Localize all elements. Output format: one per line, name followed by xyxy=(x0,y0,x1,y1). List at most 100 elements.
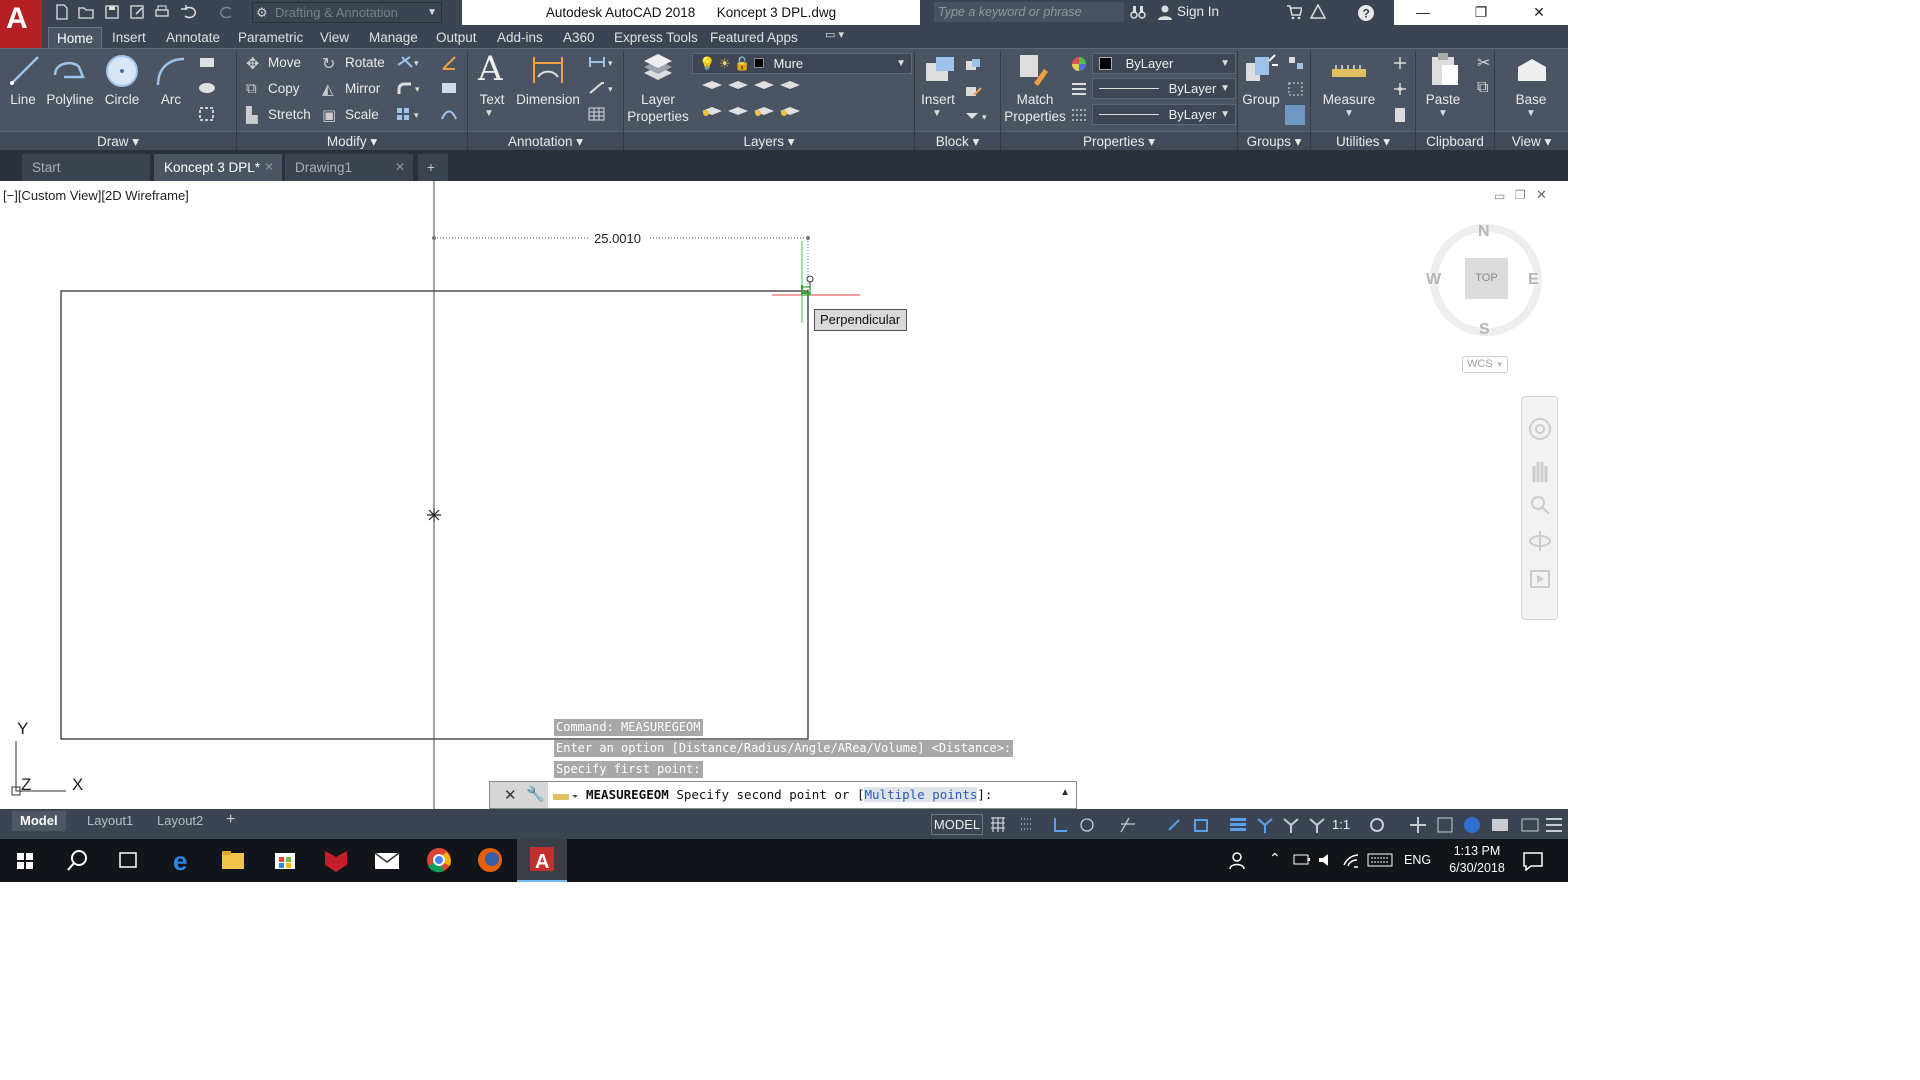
leader-icon[interactable]: ▾ xyxy=(588,81,618,95)
group-selection-icon[interactable] xyxy=(1285,105,1305,125)
arc-button[interactable]: Arc xyxy=(154,92,188,108)
tab-parametric[interactable]: Parametric xyxy=(230,27,311,48)
tab-annotate[interactable]: Annotate xyxy=(158,27,228,48)
task-view-icon[interactable] xyxy=(103,839,153,882)
match-properties-label-1[interactable]: Match xyxy=(1004,92,1066,108)
erase-icon[interactable] xyxy=(440,55,458,71)
edit-attributes-icon[interactable]: ▾ xyxy=(964,109,994,123)
customize-wrench-icon[interactable]: 🔧 xyxy=(526,785,545,803)
firefox-icon[interactable] xyxy=(465,839,515,882)
layer-properties-icon[interactable] xyxy=(640,53,676,87)
compass-south[interactable]: S xyxy=(1479,321,1490,339)
stretch-button[interactable]: Stretch xyxy=(268,107,311,123)
group-button[interactable]: Group xyxy=(1238,92,1284,108)
measure-icon[interactable] xyxy=(1330,55,1370,85)
volume-icon[interactable] xyxy=(1317,851,1335,869)
annotation-panel-title[interactable]: Annotation ▾ xyxy=(468,131,623,151)
polyline-icon[interactable] xyxy=(52,55,86,85)
mail-icon[interactable] xyxy=(362,839,412,882)
trim-icon[interactable]: ▾ xyxy=(396,55,426,69)
scale-button[interactable]: Scale xyxy=(345,107,379,123)
application-menu-button[interactable]: A xyxy=(0,0,42,48)
text-button[interactable]: Text xyxy=(474,92,510,108)
tab-featured-apps[interactable]: Featured Apps xyxy=(702,27,806,48)
system-clock[interactable]: 1:13 PM 6/30/2018 xyxy=(1437,843,1517,877)
wcs-menu[interactable]: WCS ▼ xyxy=(1462,356,1508,373)
circle-icon[interactable] xyxy=(104,53,140,89)
fillet-icon[interactable]: ▾ xyxy=(396,81,426,95)
tab-insert[interactable]: Insert xyxy=(104,27,154,48)
base-view-icon[interactable] xyxy=(1516,55,1548,85)
search-icon[interactable] xyxy=(52,839,102,882)
keyboard-icon[interactable] xyxy=(1367,853,1393,867)
help-icon[interactable]: ? xyxy=(1357,4,1374,21)
calculator-icon[interactable] xyxy=(1391,107,1409,123)
input-language[interactable]: ENG xyxy=(1404,853,1431,867)
a360-icon[interactable] xyxy=(1310,4,1326,20)
ribbon-toggle-icon[interactable]: ▭ ▾ xyxy=(825,28,844,41)
layer-dropdown[interactable]: 💡 ☀ 🔓 Mure ▼ xyxy=(692,53,912,74)
block-panel-title[interactable]: Block ▾ xyxy=(915,131,1000,151)
paste-icon[interactable] xyxy=(1428,51,1460,87)
layers-panel-title[interactable]: Layers ▾ xyxy=(624,131,914,151)
point-id-icon[interactable] xyxy=(1391,81,1409,97)
showmotion-icon[interactable] xyxy=(1528,567,1552,591)
dimension-button[interactable]: Dimension xyxy=(514,92,582,108)
lineweight-icon[interactable] xyxy=(1070,107,1088,123)
chevron-up-icon[interactable]: ▲ xyxy=(1060,787,1070,798)
copy-button[interactable]: Copy xyxy=(268,81,300,97)
tab-a360[interactable]: A360 xyxy=(555,27,603,48)
linetype-icon[interactable] xyxy=(1070,81,1088,97)
cut-icon[interactable]: ✂ xyxy=(1477,53,1490,73)
copy-clip-icon[interactable]: ⧉ xyxy=(1477,79,1488,97)
match-properties-label-2[interactable]: Properties xyxy=(1004,109,1066,125)
layout-tab-layout1[interactable]: Layout1 xyxy=(79,811,141,831)
binoculars-icon[interactable] xyxy=(1130,4,1146,20)
color-dropdown[interactable]: ByLayer ▼ xyxy=(1092,53,1236,74)
linetype-dropdown[interactable]: ByLayer ▼ xyxy=(1092,78,1236,99)
layout-tab-model[interactable]: Model xyxy=(12,811,66,831)
tab-view[interactable]: View xyxy=(312,27,357,48)
chrome-icon[interactable] xyxy=(414,839,464,882)
table-icon[interactable] xyxy=(588,107,606,121)
tab-output[interactable]: Output xyxy=(428,27,485,48)
mirror-button[interactable]: Mirror xyxy=(345,81,380,97)
compass-east[interactable]: E xyxy=(1528,271,1539,289)
compass-north[interactable]: N xyxy=(1478,223,1490,241)
explode-icon[interactable] xyxy=(440,81,458,95)
add-layout-icon[interactable]: + xyxy=(226,811,235,829)
viewport-close-icon[interactable]: ✕ xyxy=(1536,187,1547,203)
offset-icon[interactable] xyxy=(440,107,458,121)
move-button[interactable]: Move xyxy=(268,55,301,71)
insert-button[interactable]: Insert xyxy=(916,92,960,108)
tab-manage[interactable]: Manage xyxy=(361,27,426,48)
battery-icon[interactable] xyxy=(1293,853,1311,867)
base-button[interactable]: Base xyxy=(1508,92,1554,108)
group-icon[interactable] xyxy=(1243,53,1279,87)
properties-panel-title[interactable]: Properties ▾ xyxy=(1001,131,1237,151)
command-line[interactable]: ✕ 🔧 MEASUREGEOM Specify second point or … xyxy=(489,781,1077,809)
lineweight-dropdown[interactable]: ByLayer ▼ xyxy=(1092,104,1236,125)
clipboard-panel-title[interactable]: Clipboard xyxy=(1416,131,1494,151)
layer-properties-label-2[interactable]: Properties xyxy=(626,109,690,125)
save-as-icon[interactable] xyxy=(129,4,145,20)
workspace-selector[interactable]: ⚙ Drafting & Annotation ▼ xyxy=(252,2,442,23)
circle-button[interactable]: Circle xyxy=(100,92,144,108)
utilities-panel-title[interactable]: Utilities ▾ xyxy=(1311,131,1415,151)
action-center-icon[interactable] xyxy=(1522,851,1544,871)
multiple-points-option[interactable]: Multiple points xyxy=(864,787,978,802)
ungroup-icon[interactable] xyxy=(1287,55,1305,71)
modify-panel-title[interactable]: Modify ▾ xyxy=(237,131,467,151)
restore-icon[interactable]: ❐ xyxy=(1452,0,1510,25)
draw-panel-title[interactable]: Draw ▾ xyxy=(0,131,236,151)
tab-add-ins[interactable]: Add-ins xyxy=(489,27,551,48)
file-tab-drawing1[interactable]: Drawing1 ✕ xyxy=(285,154,413,181)
zoom-extents-icon[interactable] xyxy=(1528,493,1552,517)
compass-west[interactable]: W xyxy=(1426,271,1441,289)
measure-button[interactable]: Measure xyxy=(1316,92,1382,108)
rectangle-icon[interactable] xyxy=(198,55,218,69)
plot-icon[interactable] xyxy=(154,4,170,20)
drawing-canvas[interactable]: [−][Custom View][2D Wireframe] ▭ ❐ ✕ 25.… xyxy=(0,181,1568,809)
rotate-button[interactable]: Rotate xyxy=(345,55,385,71)
user-icon[interactable] xyxy=(1157,4,1173,20)
